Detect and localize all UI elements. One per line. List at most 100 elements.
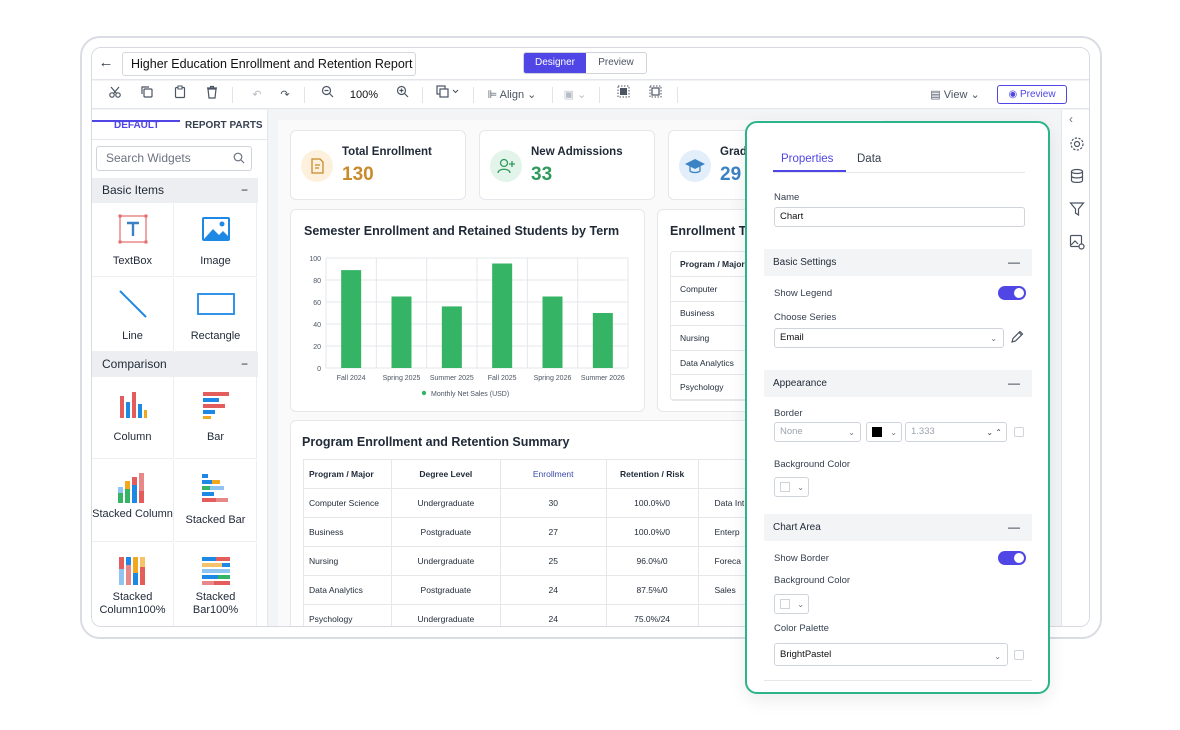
view-dropdown[interactable]: ▤ View ⌄ — [927, 85, 983, 105]
distribute-icon[interactable]: ▣ ⌄ — [562, 85, 588, 105]
background-color-label: Background Color — [774, 459, 851, 470]
x-tick-label: Summer 2026 — [581, 375, 625, 382]
kpi-card-new-admissions[interactable]: New Admissions 33 — [479, 130, 655, 200]
section-chart-area[interactable]: Chart Area — — [764, 514, 1032, 541]
paste-icon[interactable] — [171, 85, 189, 105]
bar-chart-icon — [202, 392, 229, 419]
cut-icon[interactable] — [106, 85, 124, 105]
section-appearance[interactable]: Appearance — — [764, 370, 1032, 397]
collapse-arrow-icon[interactable]: ‹ — [1069, 112, 1085, 128]
undo-icon[interactable]: ↶ — [248, 85, 266, 105]
widget-stacked-bar[interactable]: Stacked Bar — [175, 460, 257, 542]
border-style-select[interactable]: None ⌄ — [774, 422, 861, 442]
zoom-out-icon[interactable] — [318, 85, 336, 105]
bar — [391, 296, 412, 368]
eye-icon: ◉ — [1008, 89, 1020, 100]
widget-textbox[interactable]: TextBox — [92, 203, 174, 277]
kpi-card-total-enrollment[interactable]: Total Enrollment 130 — [290, 130, 466, 200]
border-checkbox[interactable] — [1014, 427, 1024, 437]
chart-background-label: Background Color — [774, 575, 851, 586]
bar — [341, 270, 362, 368]
rectangle-icon — [196, 293, 235, 315]
name-input[interactable]: Chart — [774, 207, 1025, 227]
chevron-down-icon: ⌄ — [994, 652, 1001, 661]
textbox-icon — [118, 214, 147, 244]
designer-tab[interactable]: Designer — [524, 53, 586, 73]
settings-gear-icon[interactable] — [1069, 136, 1085, 152]
column-header: Program / Major — [303, 459, 392, 489]
align-dropdown[interactable]: ⊫ Align ⌄ — [482, 85, 542, 105]
tab-data[interactable]: Data — [857, 153, 881, 165]
color-swatch — [780, 599, 790, 609]
preview-label: Preview — [1019, 89, 1056, 100]
widget-label: Column — [113, 431, 152, 443]
widget-image[interactable]: Image — [175, 203, 257, 277]
align-icon: ⊫ — [487, 89, 500, 101]
bar — [542, 296, 563, 368]
search-icon — [233, 152, 245, 164]
bring-forward-icon[interactable] — [614, 85, 632, 105]
copy-icon[interactable] — [138, 85, 156, 105]
widget-rectangle[interactable]: Rectangle — [175, 278, 257, 352]
widget-label: Line — [122, 330, 143, 342]
chart-background-picker[interactable]: ⌄ — [774, 594, 809, 614]
section-basic-settings[interactable]: Basic Settings — — [764, 249, 1032, 276]
filter-icon[interactable] — [1069, 201, 1085, 217]
send-backward-icon[interactable] — [646, 85, 664, 105]
stacked-column100-icon — [118, 557, 145, 585]
widget-stacked-bar100[interactable]: Stacked Bar100% — [175, 543, 257, 626]
kpi-value: 130 — [342, 164, 374, 185]
border-width-input[interactable]: 1.333 ⌄ ⌃ — [905, 422, 1007, 442]
border-color-picker[interactable]: ⌄ — [866, 422, 902, 442]
database-icon[interactable] — [1069, 168, 1085, 184]
stepper-arrows-icon: ⌄ ⌃ — [986, 428, 1002, 437]
mode-switch: Designer Preview — [523, 52, 647, 74]
add-user-icon — [490, 150, 522, 182]
y-tick-label: 80 — [313, 278, 321, 285]
show-border-label: Show Border — [774, 553, 829, 564]
show-legend-toggle[interactable] — [998, 286, 1026, 300]
widget-line[interactable]: Line — [92, 278, 174, 352]
widget-stacked-column100[interactable]: Stacked Column100% — [92, 543, 174, 626]
title-bar: ← Higher Education Enrollment and Retent… — [92, 48, 1089, 80]
legend-marker — [421, 390, 427, 396]
x-tick-label: Summer 2025 — [430, 375, 474, 382]
widget-stacked-column[interactable]: Stacked Column — [92, 460, 174, 542]
color-palette-select[interactable]: BrightPastel ⌄ — [774, 643, 1008, 666]
preview-tab[interactable]: Preview — [586, 53, 646, 73]
back-arrow-icon[interactable]: ← — [98, 55, 114, 71]
search-placeholder: Search Widgets — [106, 151, 191, 165]
redo-icon[interactable]: ↷ — [276, 85, 294, 105]
image-settings-icon[interactable] — [1069, 234, 1085, 250]
chart-card[interactable]: Semester Enrollment and Retained Student… — [290, 209, 645, 412]
report-name-input[interactable]: Higher Education Enrollment and Retentio… — [122, 52, 416, 76]
column-header: Degree Level — [390, 459, 501, 489]
group-comparison[interactable]: Comparison − — [92, 352, 258, 377]
show-border-toggle[interactable] — [998, 551, 1026, 565]
graduation-cap-icon — [679, 150, 711, 182]
widget-search-input[interactable]: Search Widgets — [96, 146, 252, 171]
zoom-in-icon[interactable] — [393, 85, 411, 105]
arrange-dropdown[interactable] — [431, 85, 465, 105]
tab-properties[interactable]: Properties — [781, 153, 833, 165]
preview-button[interactable]: ◉ Preview — [997, 85, 1067, 104]
widget-column[interactable]: Column — [92, 377, 174, 459]
edit-pencil-icon[interactable] — [1009, 329, 1025, 345]
widget-bar[interactable]: Bar — [175, 377, 257, 459]
palette-checkbox[interactable] — [1014, 650, 1024, 660]
series-select[interactable]: Email ⌄ — [774, 328, 1004, 348]
chart-title: Semester Enrollment and Retained Student… — [304, 224, 620, 238]
tab-report-parts[interactable]: REPORT PARTS — [185, 120, 263, 131]
widget-label: Stacked Bar — [185, 514, 246, 526]
column-header: Enrollment — [499, 459, 607, 489]
group-basic-items[interactable]: Basic Items − — [92, 178, 258, 203]
right-toolbar: ‹ — [1061, 110, 1089, 626]
bar — [592, 313, 613, 368]
stacked-bar100-icon — [201, 557, 230, 585]
y-tick-label: 40 — [313, 322, 321, 329]
background-color-picker[interactable]: ⌄ — [774, 477, 809, 497]
widget-label: Bar — [206, 431, 225, 443]
delete-icon[interactable] — [203, 85, 221, 105]
kpi-title: Total Enrollment — [342, 146, 432, 158]
color-swatch — [780, 482, 790, 492]
